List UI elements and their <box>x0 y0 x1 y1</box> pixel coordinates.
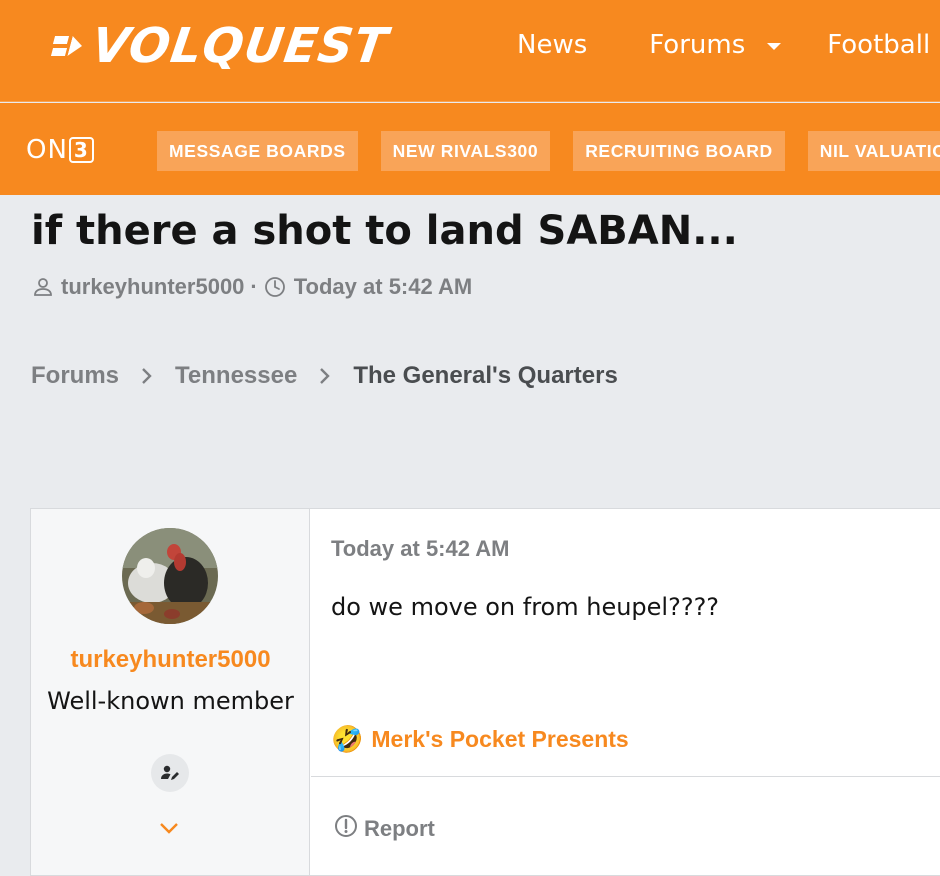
pill-new-rivals300[interactable]: NEW RIVALS300 <box>380 131 551 171</box>
post-username[interactable]: turkeyhunter5000 <box>31 646 310 674</box>
logo-mark-icon <box>50 26 88 66</box>
signature-text: Merk's Pocket Presents <box>371 726 629 752</box>
clock-icon <box>264 276 286 298</box>
post: turkeyhunter5000 Well-known member Today… <box>30 508 940 876</box>
top-nav: News Forums Football <box>517 30 930 60</box>
report-button[interactable]: Report <box>334 814 435 844</box>
alert-circle-icon <box>334 814 364 844</box>
logo-text: VOLQUEST <box>88 18 392 74</box>
post-content: Today at 5:42 AM do we move on from heup… <box>311 509 940 875</box>
chevron-right-icon <box>319 367 331 385</box>
signature[interactable]: 🤣 Merk's Pocket Presents <box>331 724 629 755</box>
avatar[interactable] <box>122 528 218 624</box>
breadcrumb-forums[interactable]: Forums <box>31 362 119 390</box>
user-title: Well-known member <box>47 687 294 715</box>
network-bar: ON 3 MESSAGE BOARDS NEW RIVALS300 RECRUIT… <box>0 103 940 195</box>
meta-separator: · <box>250 274 258 299</box>
nav-forums-label: Forums <box>649 30 746 60</box>
chevron-right-icon <box>141 367 153 385</box>
post-divider <box>311 776 940 777</box>
thread-meta: turkeyhunter5000 · Today at 5:42 AM <box>33 274 472 300</box>
user-edit-badge-icon[interactable] <box>151 754 189 792</box>
breadcrumb: Forums Tennessee The General's Quarters <box>31 362 618 390</box>
pill-message-boards[interactable]: MESSAGE BOARDS <box>157 131 358 171</box>
laughing-emoji-icon: 🤣 <box>331 724 364 754</box>
site-header: VOLQUEST News Forums Football <box>0 0 940 102</box>
thread-time[interactable]: Today at 5:42 AM <box>294 274 472 300</box>
pill-nil-valuation[interactable]: NIL VALUATION <box>807 131 940 171</box>
breadcrumb-generals-quarters[interactable]: The General's Quarters <box>353 362 617 390</box>
nav-football[interactable]: Football <box>827 30 930 60</box>
volquest-logo[interactable]: VOLQUEST <box>50 18 392 74</box>
thread-author[interactable]: turkeyhunter5000 <box>61 274 244 300</box>
pill-recruiting-board[interactable]: RECRUITING BOARD <box>573 131 785 171</box>
report-label: Report <box>364 816 435 841</box>
breadcrumb-tennessee[interactable]: Tennessee <box>175 362 297 390</box>
user-icon <box>33 277 53 297</box>
caret-down-icon[interactable] <box>767 42 782 50</box>
thread-title: if there a shot to land SABAN... <box>31 208 738 254</box>
post-body: do we move on from heupel???? <box>331 593 720 621</box>
chevron-down-icon[interactable] <box>158 821 180 840</box>
on3-logo[interactable]: ON 3 <box>26 135 94 165</box>
post-date[interactable]: Today at 5:42 AM <box>331 536 509 562</box>
nav-forums[interactable]: Forums <box>649 30 782 60</box>
post-user-panel: turkeyhunter5000 Well-known member <box>31 509 310 875</box>
nav-news[interactable]: News <box>517 30 587 60</box>
network-links: MESSAGE BOARDS NEW RIVALS300 RECRUITING … <box>157 131 940 171</box>
